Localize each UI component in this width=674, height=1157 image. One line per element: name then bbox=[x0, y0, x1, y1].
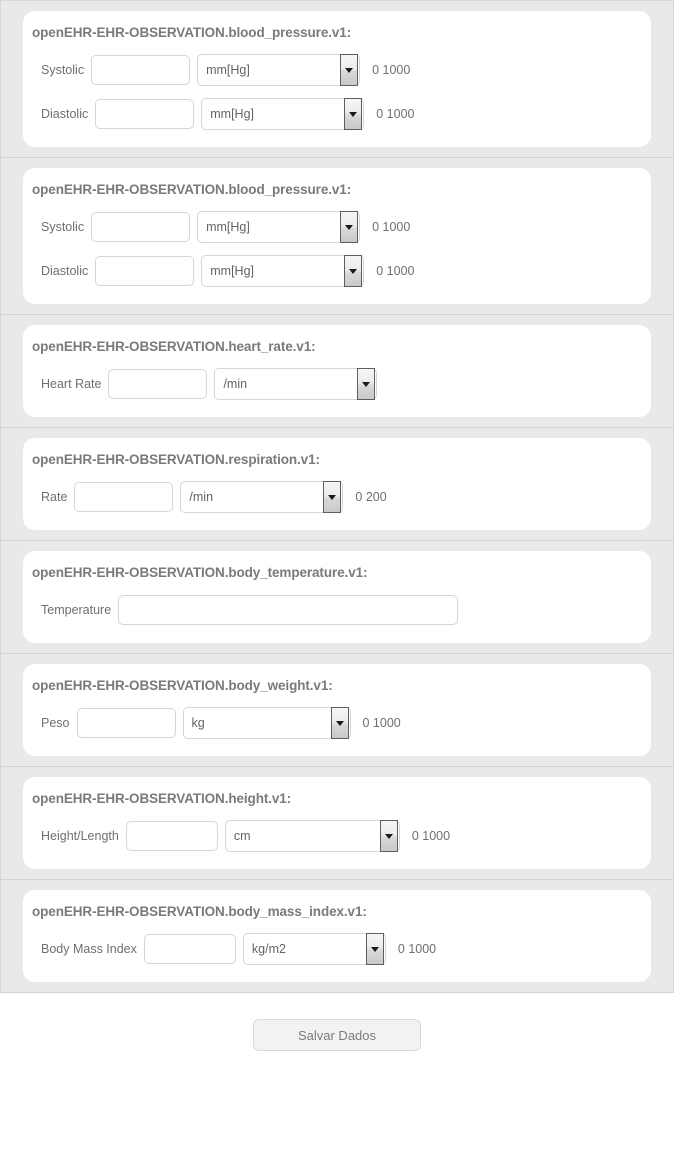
range-text: 0 1000 bbox=[362, 715, 401, 730]
field-row-diastolic: Diastolic mm[Hg] 0 1000 bbox=[23, 97, 651, 131]
chevron-down-icon[interactable] bbox=[379, 820, 398, 852]
observation-panel-body-mass-index: openEHR-EHR-OBSERVATION.body_mass_index.… bbox=[1, 890, 673, 993]
field-row-diastolic: Diastolic mm[Hg] 0 1000 bbox=[23, 254, 651, 288]
systolic-input[interactable] bbox=[91, 55, 191, 85]
respiration-rate-input[interactable] bbox=[74, 482, 174, 512]
chevron-down-icon[interactable] bbox=[323, 481, 342, 513]
chevron-down-icon[interactable] bbox=[330, 707, 349, 739]
field-row-systolic: Systolic mm[Hg] 0 1000 bbox=[23, 210, 651, 244]
field-row-bmi: Body Mass Index kg/m2 0 1000 bbox=[23, 932, 651, 966]
select-value: kg/m2 bbox=[251, 941, 286, 956]
temperature-input[interactable] bbox=[118, 595, 459, 625]
panel-legend: openEHR-EHR-OBSERVATION.blood_pressure.v… bbox=[32, 182, 352, 197]
select-value: /min bbox=[223, 376, 248, 391]
select-value: mm[Hg] bbox=[206, 62, 250, 77]
range-text: 0 1000 bbox=[397, 941, 437, 956]
observation-panel-height: openEHR-EHR-OBSERVATION.height.v1: Heigh… bbox=[1, 777, 673, 880]
heart-rate-input[interactable] bbox=[108, 369, 208, 399]
height-unit-select[interactable]: cm bbox=[224, 820, 400, 852]
field-label: Peso bbox=[41, 715, 70, 730]
select-value: mm[Hg] bbox=[206, 219, 250, 234]
systolic-input[interactable] bbox=[91, 212, 191, 242]
bmi-input[interactable] bbox=[143, 934, 236, 964]
chevron-down-icon[interactable] bbox=[340, 211, 359, 243]
save-button-container: Salvar Dados bbox=[0, 993, 674, 1051]
select-value: /min bbox=[189, 489, 214, 504]
chevron-down-icon[interactable] bbox=[357, 368, 376, 400]
field-row-peso: Peso kg 0 1000 bbox=[23, 706, 651, 740]
weight-input[interactable] bbox=[76, 708, 176, 738]
chevron-down-icon[interactable] bbox=[340, 54, 359, 86]
chevron-down-icon[interactable] bbox=[365, 933, 384, 965]
range-text: 0 1000 bbox=[372, 219, 411, 234]
weight-unit-select[interactable]: kg bbox=[182, 707, 351, 739]
systolic-unit-select[interactable]: mm[Hg] bbox=[197, 211, 361, 243]
select-value: cm bbox=[233, 828, 251, 843]
field-row-systolic: Systolic mm[Hg] 0 1000 bbox=[23, 53, 651, 87]
field-label: Systolic bbox=[41, 219, 85, 234]
field-row-rate: Rate /min 0 200 bbox=[23, 480, 651, 514]
select-value: mm[Hg] bbox=[210, 263, 254, 278]
field-label: Height/Length bbox=[41, 828, 119, 843]
bmi-unit-select[interactable]: kg/m2 bbox=[242, 933, 386, 965]
height-input[interactable] bbox=[125, 821, 218, 851]
field-label: Temperature bbox=[41, 602, 112, 617]
heart-rate-unit-select[interactable]: /min bbox=[214, 368, 378, 400]
select-value: kg bbox=[191, 715, 205, 730]
panel-legend: openEHR-EHR-OBSERVATION.height.v1: bbox=[32, 791, 292, 806]
panel-legend: openEHR-EHR-OBSERVATION.body_mass_index.… bbox=[32, 904, 367, 919]
field-row-height: Height/Length cm 0 1000 bbox=[23, 819, 651, 853]
observation-panel-blood-pressure-1: openEHR-EHR-OBSERVATION.blood_pressure.v… bbox=[1, 11, 673, 158]
save-button[interactable]: Salvar Dados bbox=[253, 1019, 421, 1051]
observations-form: openEHR-EHR-OBSERVATION.blood_pressure.v… bbox=[0, 0, 674, 993]
observation-panel-body-weight: openEHR-EHR-OBSERVATION.body_weight.v1: … bbox=[1, 664, 673, 767]
diastolic-input[interactable] bbox=[95, 256, 195, 286]
observation-panel-respiration: openEHR-EHR-OBSERVATION.respiration.v1: … bbox=[1, 438, 673, 541]
field-label: Diastolic bbox=[41, 263, 89, 278]
field-label: Body Mass Index bbox=[41, 941, 137, 956]
range-text: 0 1000 bbox=[376, 263, 415, 278]
panel-legend: openEHR-EHR-OBSERVATION.body_temperature… bbox=[32, 565, 368, 580]
select-value: mm[Hg] bbox=[210, 106, 254, 121]
diastolic-input[interactable] bbox=[95, 99, 195, 129]
field-label: Diastolic bbox=[41, 106, 89, 121]
field-row-heart-rate: Heart Rate /min bbox=[23, 367, 651, 401]
field-label: Heart Rate bbox=[41, 376, 102, 391]
panel-legend: openEHR-EHR-OBSERVATION.heart_rate.v1: bbox=[32, 339, 316, 354]
observation-panel-blood-pressure-2: openEHR-EHR-OBSERVATION.blood_pressure.v… bbox=[1, 168, 673, 315]
chevron-down-icon[interactable] bbox=[344, 255, 363, 287]
panel-legend: openEHR-EHR-OBSERVATION.respiration.v1: bbox=[32, 452, 320, 467]
panel-legend: openEHR-EHR-OBSERVATION.body_weight.v1: bbox=[32, 678, 333, 693]
systolic-unit-select[interactable]: mm[Hg] bbox=[197, 54, 361, 86]
field-label: Rate bbox=[41, 489, 68, 504]
field-label: Systolic bbox=[41, 62, 85, 77]
range-text: 0 1000 bbox=[376, 106, 415, 121]
diastolic-unit-select[interactable]: mm[Hg] bbox=[201, 98, 365, 130]
diastolic-unit-select[interactable]: mm[Hg] bbox=[201, 255, 365, 287]
panel-legend: openEHR-EHR-OBSERVATION.blood_pressure.v… bbox=[32, 25, 352, 40]
respiration-unit-select[interactable]: /min bbox=[180, 481, 344, 513]
observation-panel-heart-rate: openEHR-EHR-OBSERVATION.heart_rate.v1: H… bbox=[1, 325, 673, 428]
chevron-down-icon[interactable] bbox=[344, 98, 363, 130]
range-text: 0 1000 bbox=[372, 62, 411, 77]
range-text: 0 1000 bbox=[411, 828, 451, 843]
field-row-temperature: Temperature bbox=[23, 593, 651, 627]
range-text: 0 200 bbox=[355, 489, 387, 504]
observation-panel-body-temperature: openEHR-EHR-OBSERVATION.body_temperature… bbox=[1, 551, 673, 654]
